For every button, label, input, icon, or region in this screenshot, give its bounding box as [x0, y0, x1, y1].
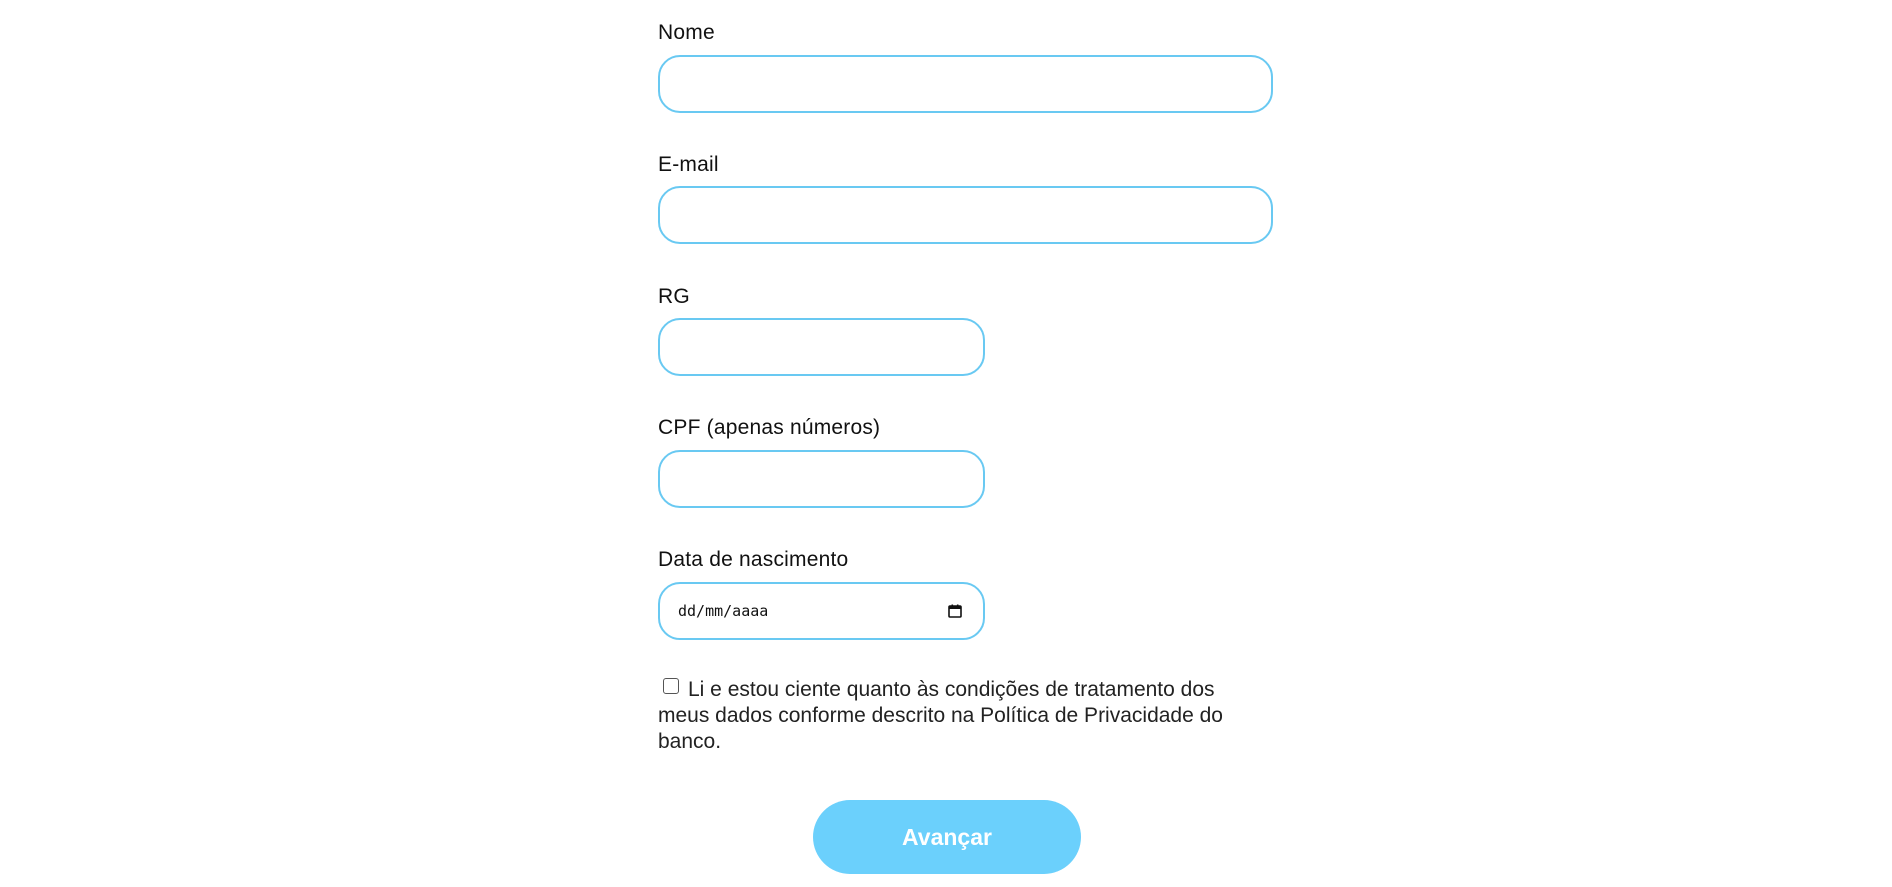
consent-row: Li e estou ciente quanto às condições de…: [658, 677, 1258, 755]
calendar-icon[interactable]: [947, 603, 963, 619]
birthdate-placeholder: dd/mm/aaaa: [678, 602, 769, 620]
avancar-button[interactable]: Avançar: [813, 800, 1081, 874]
birthdate-input[interactable]: dd/mm/aaaa: [658, 582, 985, 640]
rg-input[interactable]: [658, 318, 985, 376]
nome-label: Nome: [658, 21, 715, 44]
cpf-label: CPF (apenas números): [658, 416, 881, 439]
email-input[interactable]: [658, 186, 1273, 244]
nome-input[interactable]: [658, 55, 1273, 113]
email-label: E-mail: [658, 153, 719, 176]
rg-label: RG: [658, 285, 690, 308]
consent-text: Li e estou ciente quanto às condições de…: [658, 678, 1223, 753]
birthdate-label: Data de nascimento: [658, 548, 849, 571]
consent-checkbox[interactable]: [663, 678, 679, 694]
cpf-input[interactable]: [658, 450, 985, 508]
